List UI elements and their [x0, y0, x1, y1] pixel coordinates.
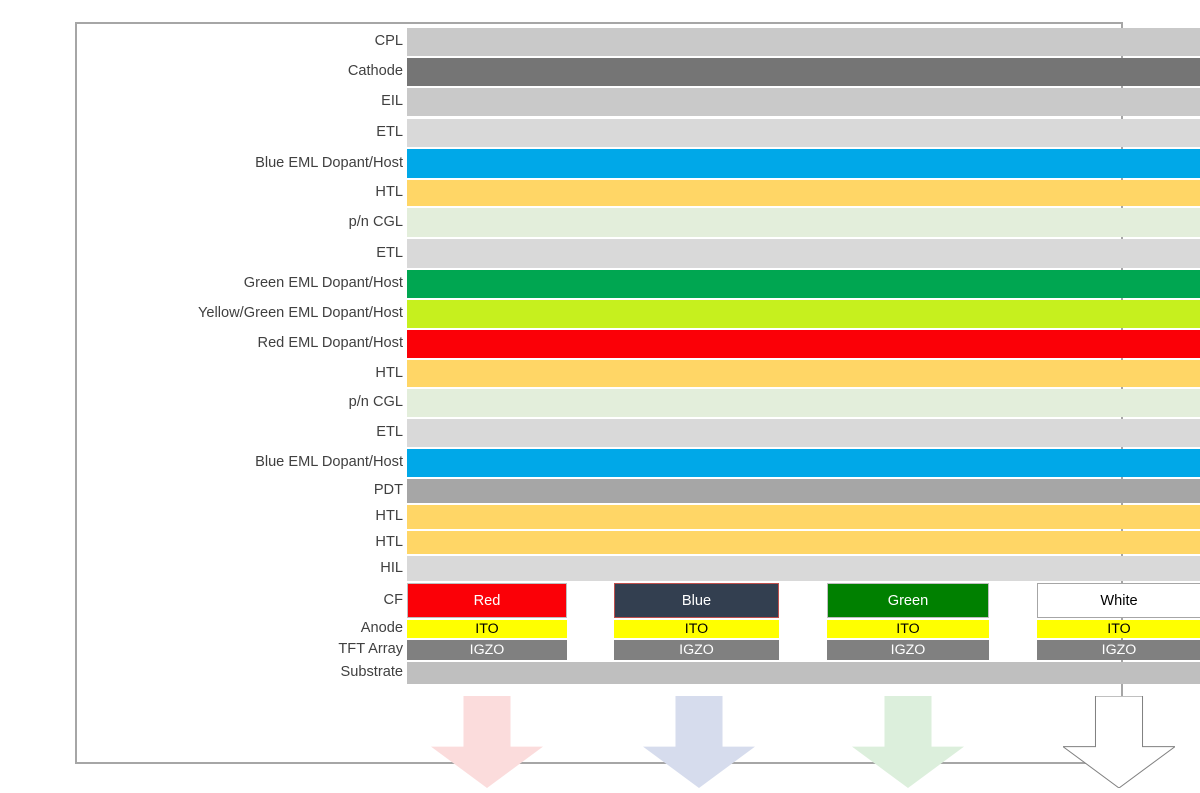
emission-arrow-blue: [643, 696, 755, 788]
subpixel-anode-label: ITO: [475, 621, 499, 637]
stack-layer-bar: [407, 505, 1200, 529]
stack-layer-bar: [407, 300, 1200, 328]
emission-arrow-white: [1061, 695, 1177, 789]
stack-layer-bar: [407, 360, 1200, 387]
stack-layer-bar: [407, 330, 1200, 358]
stack-layer-bar: [407, 28, 1200, 56]
stack-layer-label: HTL: [375, 184, 403, 200]
stack-layer-bar: [407, 180, 1200, 206]
stack-layer-bar: [407, 208, 1200, 237]
stack-layer-label: Blue EML Dopant/Host: [255, 454, 403, 470]
subpixel-tft-label: IGZO: [469, 642, 505, 658]
subpixel-tft-label: IGZO: [890, 642, 926, 658]
stack-layer-label: HIL: [380, 559, 403, 576]
subpixel-tft-label: IGZO: [1101, 642, 1137, 658]
subpixel-anode-white: ITO: [1037, 620, 1200, 638]
subpixel-color-filter-label: Red: [473, 592, 501, 609]
stack-layer-label: CPL: [374, 33, 403, 49]
stack-layer-bar: [407, 88, 1200, 116]
subpixel-tft-green: IGZO: [827, 640, 989, 660]
subpixel-color-filter-blue: Blue: [614, 583, 779, 618]
stack-layer-label: ETL: [376, 244, 403, 261]
stack-layer-label: Yellow/Green EML Dopant/Host: [198, 305, 403, 321]
stack-layer-bar: [407, 389, 1200, 417]
stack-layer-bar: [407, 270, 1200, 298]
oled-stack-diagram: CPL Cathode EIL ETL Blue EML Dopant/Host HTL p…: [75, 22, 1200, 789]
anode-row-label: Anode: [360, 620, 403, 636]
subpixel-color-filter-white: White: [1037, 583, 1200, 618]
subpixel-anode-red: ITO: [407, 620, 567, 638]
subpixel-tft-blue: IGZO: [614, 640, 779, 660]
stack-layer-label: Cathode: [347, 63, 403, 79]
subpixel-anode-label: ITO: [1107, 621, 1131, 637]
stack-layer-label: HTL: [375, 533, 403, 550]
subpixel-anode-green: ITO: [827, 620, 989, 638]
cf-row-label: CF: [383, 591, 403, 608]
stack-layer-label: Blue EML Dopant/Host: [255, 154, 403, 171]
stack-layer-bar: [407, 149, 1200, 178]
stack-layer-bar: [407, 239, 1200, 268]
emission-arrow-green: [852, 696, 964, 788]
subpixel-anode-blue: ITO: [614, 620, 779, 638]
stack-layer-bar: [407, 556, 1200, 581]
stack-layer-bar: [407, 449, 1200, 477]
stack-layer-label: HTL: [375, 508, 403, 524]
subpixel-color-filter-label: White: [1100, 592, 1138, 609]
subpixel-tft-red: IGZO: [407, 640, 567, 660]
stack-layer-label: PDT: [373, 482, 403, 498]
stack-layer-label: ETL: [376, 124, 403, 140]
stack-layer-bar: [407, 479, 1200, 503]
stack-layer-bar: [407, 119, 1200, 147]
stack-layer-bar: [407, 419, 1200, 447]
subpixel-color-filter-green: Green: [827, 583, 989, 618]
substrate-row-label: Substrate: [340, 664, 403, 680]
stack-layer-label: Green EML Dopant/Host: [243, 275, 403, 291]
stack-layer-label: HTL: [375, 364, 403, 381]
substrate-bar: [407, 662, 1200, 684]
stack-layer-bar: [407, 531, 1200, 554]
subpixel-tft-white: IGZO: [1037, 640, 1200, 660]
stack-layer-label: Red EML Dopant/Host: [257, 335, 403, 351]
subpixel-color-filter-red: Red: [407, 583, 567, 618]
subpixel-anode-label: ITO: [684, 621, 709, 637]
tft-array-row-label: TFT Array: [338, 641, 403, 657]
subpixel-tft-label: IGZO: [679, 642, 714, 658]
stack-layer-label: p/n CGL: [348, 394, 403, 410]
subpixel-color-filter-label: Blue: [681, 592, 712, 609]
stack-layer-label: p/n CGL: [348, 213, 403, 230]
emission-arrow-red: [431, 696, 543, 788]
stack-layer-label: ETL: [376, 424, 403, 440]
subpixel-color-filter-label: Green: [887, 592, 929, 609]
stack-layer-label: EIL: [381, 93, 403, 109]
stack-layer-bar: [407, 58, 1200, 86]
subpixel-anode-label: ITO: [896, 621, 920, 637]
